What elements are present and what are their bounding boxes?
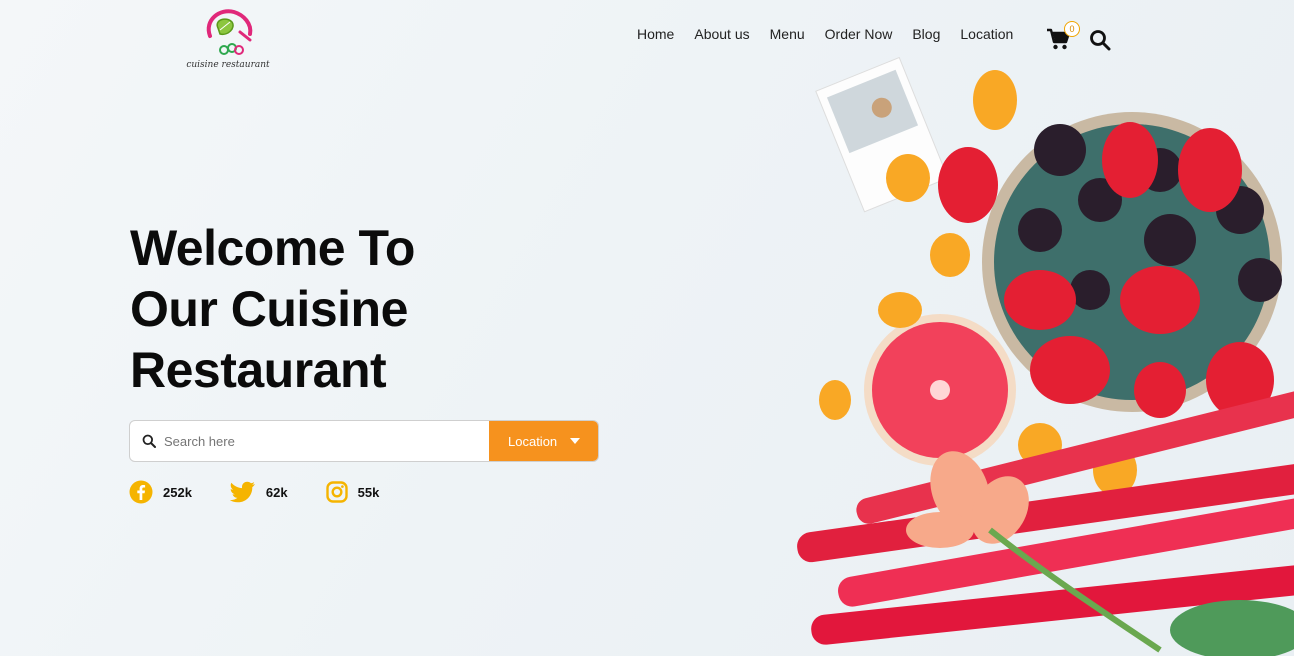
location-dropdown-label: Location [508,433,558,449]
logo-text: cuisine restaurant [186,60,270,70]
nav-about-us[interactable]: About us [694,26,749,42]
instagram-count: 55k [357,484,380,500]
cart-button[interactable]: 0 [1046,21,1080,52]
nav-location[interactable]: Location [960,26,1013,42]
facebook-icon [129,480,153,504]
nav-order-now[interactable]: Order Now [825,26,893,42]
hero-search-bar: Location [129,420,599,462]
logo-mark-icon [206,9,253,55]
social-facebook[interactable]: 252k [129,480,192,504]
twitter-icon [229,481,255,503]
facebook-count: 252k [163,484,192,500]
search-icon [1090,30,1111,51]
twitter-count: 62k [265,484,288,500]
location-dropdown[interactable]: Location [489,421,598,461]
hero-title-line: Restaurant [130,342,387,398]
chevron-down-icon [570,438,580,444]
hero-title-line: Welcome To [130,220,415,276]
hero-title: Welcome To Our Cuisine Restaurant [130,218,550,401]
instagram-icon [325,481,348,503]
nav-home[interactable]: Home [637,26,674,42]
search-field-wrapper [130,421,489,461]
search-icon [142,434,156,448]
logo[interactable]: cuisine restaurant [186,6,270,72]
cart-count-badge: 0 [1064,21,1080,37]
main-nav: Home About us Menu Order Now Blog Locati… [637,26,1033,42]
search-input[interactable] [162,432,456,450]
nav-blog[interactable]: Blog [912,26,940,42]
nav-menu[interactable]: Menu [770,26,805,42]
hero-title-line: Our Cuisine [130,281,408,337]
hero-food-image [797,56,1294,656]
recipe-card [815,56,949,213]
social-twitter[interactable]: 62k [229,481,288,503]
social-stats: 252k 62k 55k [129,480,417,504]
social-instagram[interactable]: 55k [325,481,380,503]
